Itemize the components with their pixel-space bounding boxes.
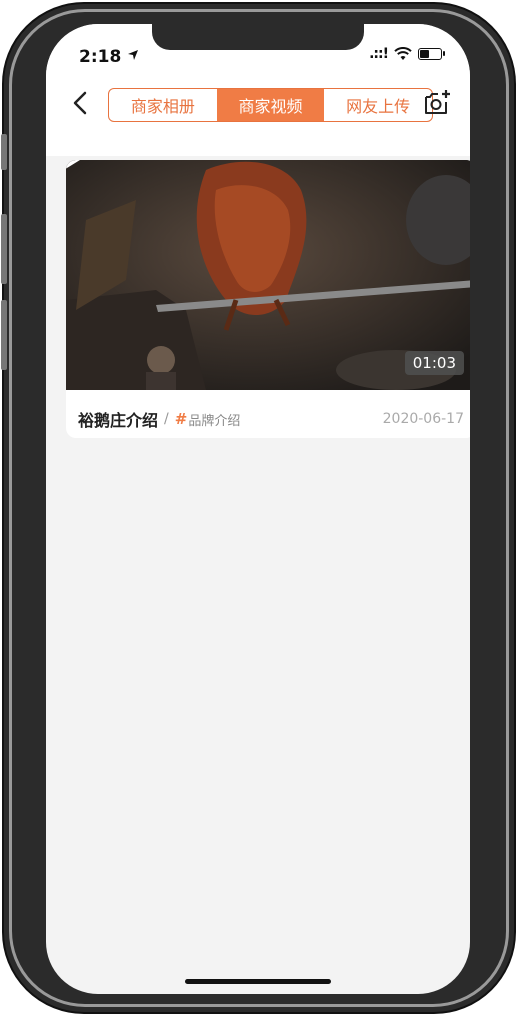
- video-date: 2020-06-17: [382, 411, 464, 427]
- home-indicator[interactable]: [185, 979, 331, 984]
- mute-switch: [1, 134, 7, 170]
- media-tabs: 商家相册 商家视频 网友上传: [108, 88, 433, 122]
- video-tag[interactable]: 品牌介绍: [188, 410, 240, 429]
- signal-icon: .::!: [369, 46, 389, 62]
- video-title: 裕鹅庄介绍: [78, 411, 159, 430]
- status-time: 2:18: [79, 47, 139, 67]
- screen: 2:18 .::! 商家相册 商家视频 网友上传 01:03 裕鹅庄介绍 / #…: [46, 24, 470, 994]
- caption-separator: /: [164, 411, 169, 427]
- tab-label: 商家相册: [130, 97, 195, 116]
- video-card[interactable]: 01:03 裕鹅庄介绍 / # 品牌介绍 2020-06-17: [66, 160, 470, 438]
- battery-fill: [420, 50, 429, 58]
- video-thumbnail[interactable]: 01:03: [66, 160, 470, 390]
- notch: [152, 24, 364, 50]
- wifi-icon: [394, 47, 412, 60]
- location-arrow-icon: [128, 50, 139, 60]
- add-photo-icon[interactable]: [422, 88, 452, 118]
- hashtag-symbol: #: [174, 410, 188, 428]
- time-text: 2:18: [79, 47, 122, 67]
- video-duration: 01:03: [404, 351, 464, 375]
- play-icon[interactable]: [66, 160, 98, 192]
- tab-user-uploads[interactable]: 网友上传: [324, 89, 432, 121]
- tab-merchant-video[interactable]: 商家视频: [216, 89, 325, 121]
- battery-icon: [418, 48, 445, 60]
- status-icons: .::!: [369, 46, 445, 62]
- tab-merchant-album[interactable]: 商家相册: [109, 89, 217, 121]
- video-caption: 裕鹅庄介绍 / # 品牌介绍 2020-06-17: [78, 408, 464, 430]
- volume-down-button: [1, 300, 7, 370]
- tab-label: 商家视频: [238, 97, 303, 116]
- back-chevron-icon[interactable]: [68, 90, 94, 116]
- tab-label: 网友上传: [346, 97, 411, 116]
- volume-up-button: [1, 214, 7, 284]
